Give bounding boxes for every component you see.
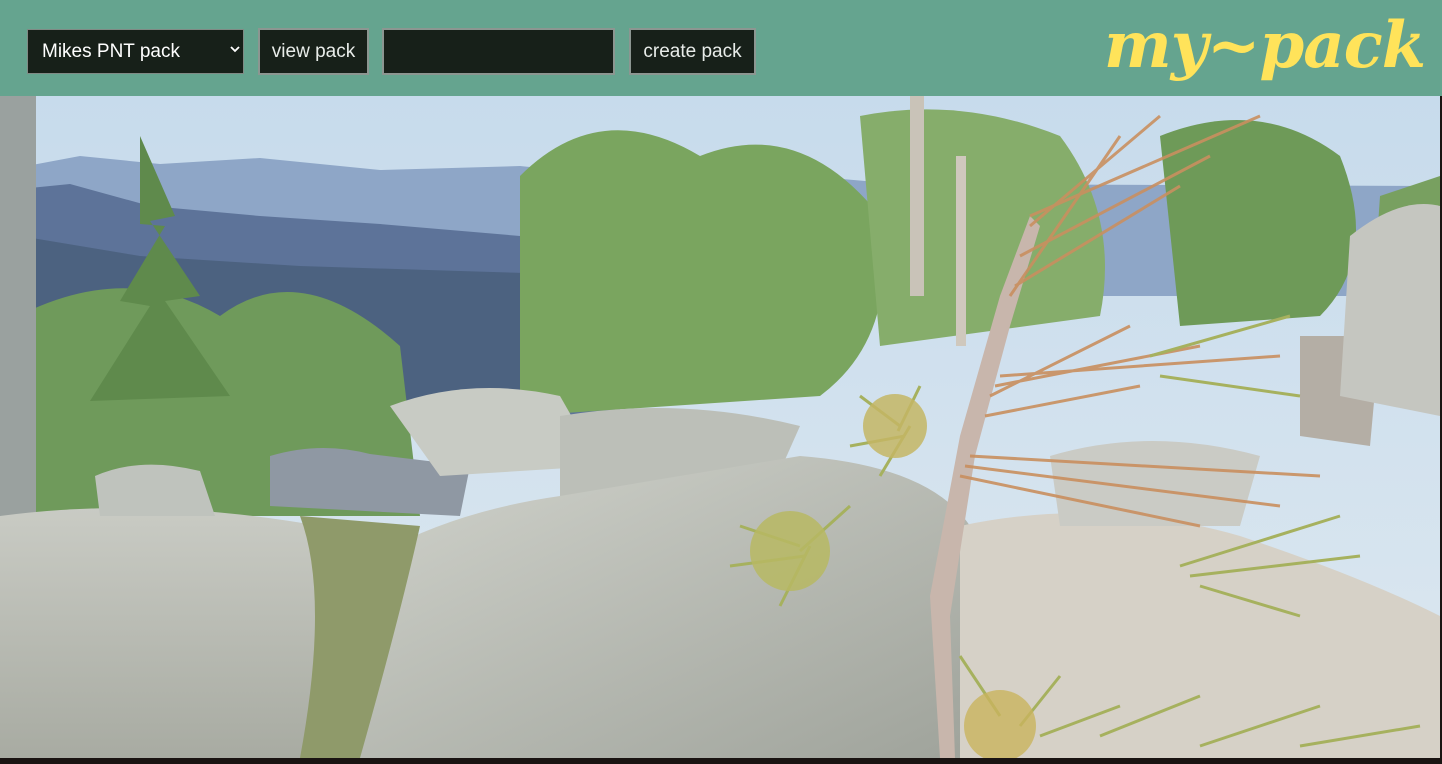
app-logo: my~pack <box>1104 8 1426 83</box>
mountain-landscape-image <box>0 96 1440 758</box>
view-pack-button[interactable]: view pack <box>258 28 369 75</box>
app-page: Mikes PNT pack view pack create pack my~… <box>0 0 1442 764</box>
create-pack-button[interactable]: create pack <box>629 28 756 75</box>
pack-select[interactable]: Mikes PNT pack <box>27 29 244 74</box>
background-photo <box>0 96 1440 758</box>
pack-name-input[interactable] <box>382 28 615 75</box>
header-bar: Mikes PNT pack view pack create pack my~… <box>0 0 1442 96</box>
